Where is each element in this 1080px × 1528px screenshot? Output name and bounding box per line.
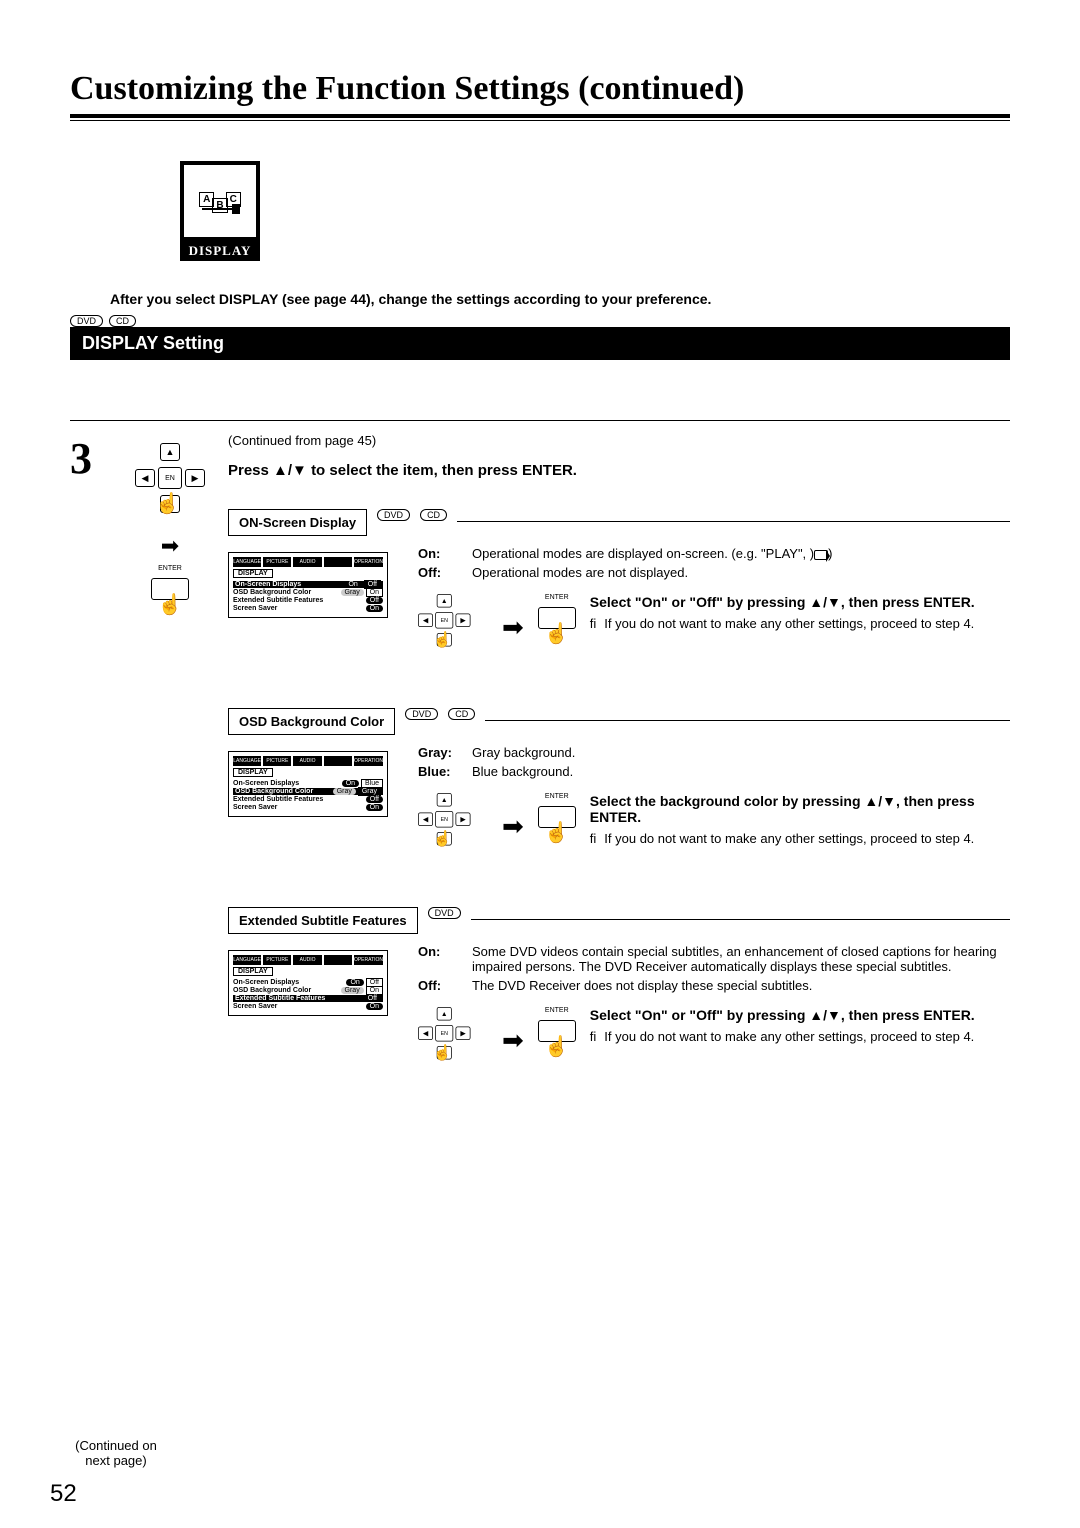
page-number: 52 bbox=[50, 1480, 77, 1508]
dpad-icon: ▲▼◀▶EN☝ bbox=[418, 1007, 471, 1060]
osd-off-key: Off: bbox=[418, 565, 466, 580]
intro-text: After you select DISPLAY (see page 44), … bbox=[110, 291, 1010, 307]
ext-action-note: If you do not want to make any other set… bbox=[604, 1029, 974, 1044]
bg-gray-value: Gray background. bbox=[472, 745, 1010, 760]
display-category-icon: ABC DISPLAY bbox=[180, 161, 1010, 261]
down-arrow-icon: ➡ bbox=[161, 533, 179, 559]
option-osd-label: ON-Screen Display bbox=[228, 509, 367, 536]
play-icon bbox=[814, 550, 828, 560]
step-number: 3 bbox=[70, 433, 120, 1121]
bg-gray-key: Gray: bbox=[418, 745, 466, 760]
page-heading: Customizing the Function Settings (conti… bbox=[70, 70, 1010, 108]
disc-cd-tag: CD bbox=[448, 708, 475, 720]
ext-preview-screenshot: LANGUAGEPICTUREAUDIOOPERATION DISPLAY On… bbox=[228, 950, 388, 1016]
osd-action-title: Select "On" or "Off" by pressing ▲/▼, th… bbox=[590, 594, 1010, 610]
osd-preview-screenshot: LANGUAGEPICTUREAUDIOOPERATION DISPLAY On… bbox=[228, 552, 388, 618]
disc-dvd-tag: DVD bbox=[405, 708, 438, 720]
continued-next-page: (Continued on next page) bbox=[66, 1438, 166, 1468]
enter-button-icon: ENTER☝ bbox=[538, 594, 576, 654]
right-arrow-icon: ➡ bbox=[502, 811, 524, 842]
option-ext-label: Extended Subtitle Features bbox=[228, 907, 418, 934]
disc-dvd-tag: DVD bbox=[70, 315, 103, 327]
enter-button-icon: ENTER☝ bbox=[538, 1007, 576, 1067]
disc-dvd-tag: DVD bbox=[428, 907, 461, 919]
ext-on-key: On: bbox=[418, 944, 466, 974]
bullet-icon: fi bbox=[590, 616, 597, 631]
bullet-icon: fi bbox=[590, 831, 597, 846]
remote-control-hint: ▲▼ ◀▶ EN ☝ ➡ ENTER ☝ bbox=[120, 433, 220, 1121]
disc-dvd-tag: DVD bbox=[377, 509, 410, 521]
bg-blue-value: Blue background. bbox=[472, 764, 1010, 779]
bg-action-note: If you do not want to make any other set… bbox=[604, 831, 974, 846]
osd-action-note: If you do not want to make any other set… bbox=[604, 616, 974, 631]
bullet-icon: fi bbox=[590, 1029, 597, 1044]
ext-off-key: Off: bbox=[418, 978, 466, 993]
continued-from: (Continued from page 45) bbox=[228, 433, 1010, 448]
disc-cd-tag: CD bbox=[420, 509, 447, 521]
step-instruction: Press ▲/▼ to select the item, then press… bbox=[228, 462, 1010, 479]
bg-blue-key: Blue: bbox=[418, 764, 466, 779]
display-icon-label: DISPLAY bbox=[180, 241, 260, 261]
right-arrow-icon: ➡ bbox=[502, 1025, 524, 1056]
rule-thick bbox=[70, 114, 1010, 118]
option-bg-label: OSD Background Color bbox=[228, 708, 395, 735]
dpad-icon: ▲▼◀▶EN☝ bbox=[418, 594, 471, 647]
disc-cd-tag: CD bbox=[109, 315, 136, 327]
bg-preview-screenshot: LANGUAGEPICTUREAUDIOOPERATION DISPLAY On… bbox=[228, 751, 388, 817]
dpad-icon: ▲▼ ◀▶ EN ☝ bbox=[135, 443, 205, 513]
right-arrow-icon: ➡ bbox=[502, 612, 524, 643]
osd-on-key: On: bbox=[418, 546, 466, 561]
ext-on-value: Some DVD videos contain special subtitle… bbox=[472, 944, 1010, 974]
bg-action-title: Select the background color by pressing … bbox=[590, 793, 1010, 825]
osd-off-value: Operational modes are not displayed. bbox=[472, 565, 1010, 580]
disc-compatibility: DVD CD bbox=[70, 315, 1010, 327]
rule-thin bbox=[70, 120, 1010, 121]
osd-on-value: Operational modes are displayed on-scree… bbox=[472, 546, 1010, 561]
enter-button-icon: ENTER ☝ bbox=[151, 565, 189, 625]
ext-action-title: Select "On" or "Off" by pressing ▲/▼, th… bbox=[590, 1007, 1010, 1023]
enter-button-icon: ENTER☝ bbox=[538, 793, 576, 853]
dpad-icon: ▲▼◀▶EN☝ bbox=[418, 793, 471, 846]
step-3: 3 ▲▼ ◀▶ EN ☝ ➡ ENTER ☝ (Continued from p… bbox=[70, 420, 1010, 1121]
section-bar: DISPLAY Setting bbox=[70, 327, 1010, 360]
ext-off-value: The DVD Receiver does not display these … bbox=[472, 978, 1010, 993]
